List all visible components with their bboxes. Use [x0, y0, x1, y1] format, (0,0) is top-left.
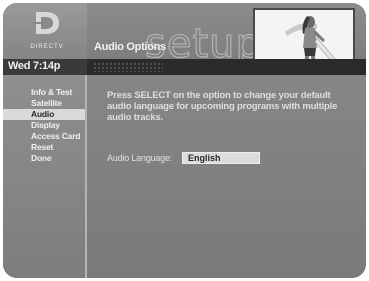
- page-title: Audio Options: [94, 41, 166, 53]
- clock-bar: Wed 7:14p: [3, 59, 87, 75]
- instruction-text: Press SELECT on the option to change you…: [107, 90, 338, 123]
- menu-item-done[interactable]: Done: [3, 153, 85, 164]
- menu-item-access-card[interactable]: Access Card: [3, 131, 85, 142]
- menu-item-satellite[interactable]: Satellite: [3, 98, 85, 109]
- clock: Wed 7:14p: [8, 60, 61, 72]
- tv-screen: DIRECTV setup Audio Options Wed 7:14p In…: [0, 0, 369, 281]
- dot-pattern: [93, 62, 163, 72]
- menu-item-reset[interactable]: Reset: [3, 142, 85, 153]
- menu-item-audio[interactable]: Audio: [3, 109, 85, 120]
- menu-item-display[interactable]: Display: [3, 120, 85, 131]
- setup-menu: Info & Test Satellite Audio Display Acce…: [3, 75, 87, 278]
- header-band: DIRECTV setup Audio Options: [3, 3, 366, 73]
- directv-logo-icon: [33, 12, 59, 34]
- audio-language-label: Audio Language:: [107, 153, 173, 163]
- title-strip: [87, 59, 366, 75]
- menu-item-info-test[interactable]: Info & Test: [3, 87, 85, 98]
- setup-panel: DIRECTV setup Audio Options Wed 7:14p In…: [3, 3, 366, 278]
- audio-language-select[interactable]: English: [182, 152, 260, 164]
- logo-area: DIRECTV: [3, 3, 87, 59]
- logo-text: DIRECTV: [30, 44, 64, 50]
